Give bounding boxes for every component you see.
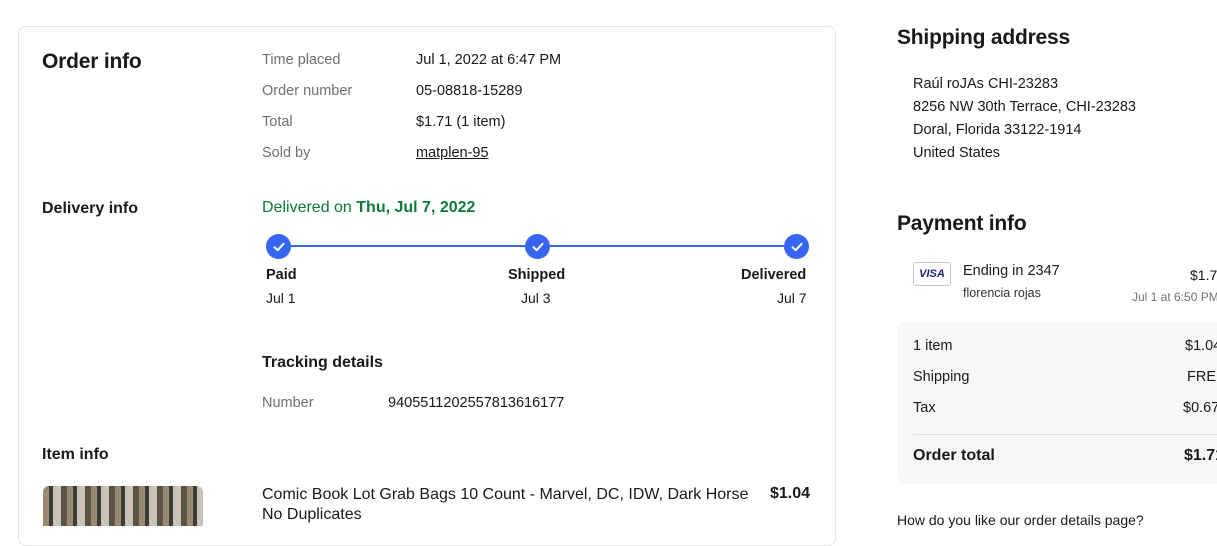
summary-items-value: $1.04: [1185, 338, 1217, 354]
sold-by-label: Sold by: [262, 145, 311, 161]
summary-tax-label: Tax: [913, 400, 936, 416]
summary-divider: [913, 434, 1217, 435]
order-total-value: $1.71: [1184, 447, 1217, 464]
step-delivered-date: Jul 7: [777, 290, 807, 306]
item-thumbnail[interactable]: [43, 486, 203, 526]
shipping-address-heading: Shipping address: [897, 26, 1070, 49]
order-number-value: 05-08818-15289: [416, 83, 523, 99]
delivery-status: Delivered on Thu, Jul 7, 2022: [262, 199, 475, 217]
item-info-heading: Item info: [42, 446, 109, 463]
time-placed-label: Time placed: [262, 52, 341, 68]
address-line-1: Raúl roJAs CHI-23283: [913, 76, 1059, 92]
time-placed-value: Jul 1, 2022 at 6:47 PM: [416, 52, 562, 68]
delivery-status-prefix: Delivered on: [262, 199, 357, 216]
order-number-label: Order number: [262, 83, 353, 99]
tracking-number-label: Number: [262, 395, 314, 411]
shipped-check-icon: [525, 234, 550, 259]
item-price: $1.04: [770, 485, 811, 502]
address-line-2: 8256 NW 30th Terrace, CHI-23283: [913, 99, 1136, 115]
card-holder: florencia rojas: [963, 286, 1041, 300]
seller-link[interactable]: matplen-95: [416, 145, 489, 161]
progress-line-2: [550, 245, 784, 247]
summary-shipping-value: FREE: [1187, 369, 1217, 385]
delivery-status-date: Thu, Jul 7, 2022: [356, 199, 476, 216]
paid-check-icon: [266, 234, 291, 259]
step-shipped-date: Jul 3: [521, 290, 551, 306]
order-total-label: Order total: [913, 447, 995, 464]
delivery-info-heading: Delivery info: [42, 200, 139, 217]
summary-tax-value: $0.67: [1183, 400, 1217, 416]
delivered-check-icon: [784, 234, 809, 259]
order-info-heading: Order info: [42, 50, 142, 73]
total-value: $1.71 (1 item): [416, 114, 506, 130]
summary-shipping-label: Shipping: [913, 369, 970, 385]
item-title-link[interactable]: Comic Book Lot Grab Bags 10 Count - Marv…: [262, 485, 752, 525]
payment-amount: $1.71: [1190, 267, 1217, 283]
feedback-prompt: How do you like our order details page?: [897, 512, 1144, 528]
summary-items-label: 1 item: [913, 338, 953, 354]
payment-timestamp: Jul 1 at 6:50 PM: [1132, 290, 1217, 304]
total-label: Total: [262, 114, 293, 130]
progress-line-1: [291, 245, 525, 247]
step-shipped-label: Shipped: [508, 267, 566, 283]
tracking-details-heading: Tracking details: [262, 354, 383, 371]
card-ending: Ending in 2347: [963, 263, 1060, 279]
step-paid-date: Jul 1: [266, 290, 296, 306]
address-line-4: United States: [913, 145, 1001, 161]
payment-info-heading: Payment info: [897, 212, 1027, 235]
address-line-3: Doral, Florida 33122-1914: [913, 122, 1082, 138]
order-details-card: [18, 26, 836, 546]
tracking-number-value: 9405511202557813616177: [388, 395, 565, 411]
step-paid-label: Paid: [266, 267, 297, 283]
step-delivered-label: Delivered: [741, 267, 807, 283]
visa-card-icon: VISA: [913, 262, 951, 286]
